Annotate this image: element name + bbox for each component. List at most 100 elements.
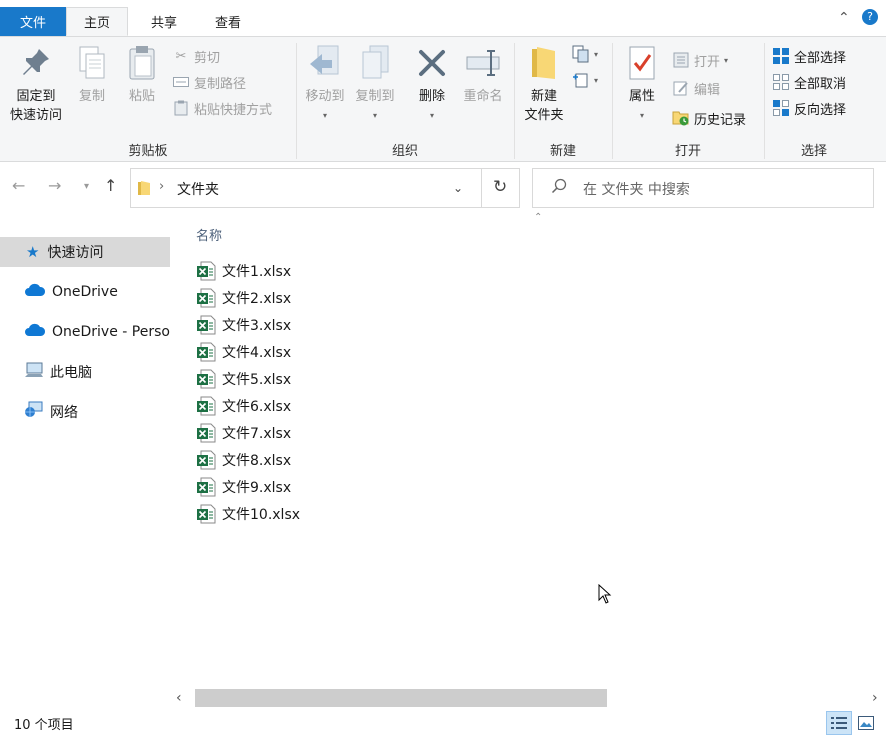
address-bar[interactable]: › 文件夹 ⌄ ↻ <box>130 168 520 208</box>
back-arrow-icon[interactable]: ← <box>12 176 25 195</box>
cut-button[interactable]: ✂ 剪切 <box>172 45 220 67</box>
new-item-dropdown-icon: ▾ <box>594 49 599 59</box>
new-folder-label-line2: 文件夹 <box>524 108 564 123</box>
file-name: 文件7.xlsx <box>222 426 292 442</box>
address-path[interactable]: 文件夹 <box>177 179 219 199</box>
recent-locations-chevron-icon[interactable]: ▾ <box>84 181 89 192</box>
open-button[interactable]: 打开 ▾ <box>672 49 728 71</box>
delete-button[interactable]: 删除 ▾ <box>412 43 452 125</box>
ribbon-tab-bar: 文件 主页 共享 查看 ⌃ ? <box>0 0 886 36</box>
invert-selection-button[interactable]: 反向选择 <box>772 97 846 119</box>
scroll-left-icon[interactable]: ‹ <box>176 690 182 706</box>
delete-x-icon <box>414 43 450 83</box>
history-button[interactable]: 历史记录 <box>672 107 746 129</box>
sort-ascending-icon: ⌃ <box>534 212 543 223</box>
select-none-icon <box>772 73 790 91</box>
file-name: 文件9.xlsx <box>222 480 292 496</box>
excel-file-icon <box>197 315 216 335</box>
up-arrow-icon[interactable]: ↑ <box>104 176 117 195</box>
file-list-item[interactable]: 文件8.xlsx <box>196 449 291 471</box>
search-placeholder: 在 文件夹 中搜索 <box>583 182 690 198</box>
tab-view[interactable]: 查看 <box>198 7 258 36</box>
column-header-name[interactable]: 名称 <box>196 225 222 244</box>
new-folder-button[interactable]: 新建 文件夹 <box>518 43 570 125</box>
paste-label: 粘贴 <box>128 89 155 104</box>
tab-file[interactable]: 文件 <box>0 7 66 36</box>
folder-icon <box>137 180 151 200</box>
rename-button[interactable]: 重命名 <box>458 43 508 106</box>
open-icon <box>672 51 690 69</box>
address-divider <box>481 169 482 207</box>
copy-path-label: 复制路径 <box>194 76 247 92</box>
collapse-ribbon-icon[interactable]: ⌃ <box>838 10 850 26</box>
copy-button[interactable]: 复制 <box>72 43 112 106</box>
select-none-button[interactable]: 全部取消 <box>772 71 846 93</box>
copy-to-icon <box>357 43 393 83</box>
scroll-right-icon[interactable]: › <box>872 690 878 706</box>
help-icon[interactable]: ? <box>862 9 878 25</box>
nav-item-network[interactable]: 网络 <box>0 397 170 427</box>
copy-path-button[interactable]: 复制路径 <box>172 71 246 93</box>
breadcrumb-chevron-icon[interactable]: › <box>159 179 164 194</box>
file-list-item[interactable]: 文件7.xlsx <box>196 422 291 444</box>
star-icon: ★ <box>26 243 40 261</box>
file-list-item[interactable]: 文件10.xlsx <box>196 503 300 525</box>
nav-item-this-pc[interactable]: 此电脑 <box>0 357 170 387</box>
select-all-button[interactable]: 全部选择 <box>772 45 846 67</box>
pin-to-quick-access-button[interactable]: 固定到 快速访问 <box>4 43 68 125</box>
paste-button[interactable]: 粘贴 <box>122 43 162 106</box>
paste-shortcut-button[interactable]: 粘贴快捷方式 <box>172 97 272 119</box>
file-name: 文件1.xlsx <box>222 264 292 280</box>
nav-label: OneDrive - Perso <box>52 324 170 340</box>
nav-item-onedrive-personal[interactable]: OneDrive - Perso <box>0 317 170 347</box>
file-list-item[interactable]: 文件5.xlsx <box>196 368 291 390</box>
rename-icon <box>465 43 501 83</box>
excel-file-icon <box>197 504 216 524</box>
refresh-icon[interactable]: ↻ <box>493 177 507 197</box>
file-list-item[interactable]: 文件4.xlsx <box>196 341 291 363</box>
rename-label: 重命名 <box>463 89 503 104</box>
nav-item-onedrive[interactable]: OneDrive <box>0 277 170 307</box>
copy-to-label: 复制到 <box>355 89 395 104</box>
properties-label: 属性 <box>628 89 655 104</box>
file-list-item[interactable]: 文件2.xlsx <box>196 287 291 309</box>
cloud-icon <box>24 323 46 341</box>
edit-button[interactable]: 编辑 <box>672 77 720 99</box>
move-to-button[interactable]: 移动到 ▾ <box>300 43 350 125</box>
excel-file-icon <box>197 342 216 362</box>
group-label-clipboard: 剪贴板 <box>128 144 168 159</box>
tab-home[interactable]: 主页 <box>66 7 128 36</box>
properties-dropdown-icon: ▾ <box>639 111 644 120</box>
file-name: 文件10.xlsx <box>222 507 301 523</box>
network-icon <box>24 401 44 423</box>
file-list-item[interactable]: 文件6.xlsx <box>196 395 291 417</box>
tab-share[interactable]: 共享 <box>134 7 194 36</box>
details-view-button[interactable] <box>826 711 852 735</box>
pin-icon <box>18 43 54 83</box>
nav-label: OneDrive <box>52 284 118 300</box>
file-name: 文件5.xlsx <box>222 372 292 388</box>
computer-icon <box>24 362 44 382</box>
mouse-cursor-icon <box>598 583 612 608</box>
file-list-item[interactable]: 文件1.xlsx <box>196 260 291 282</box>
new-item-button[interactable]: ▾ <box>572 43 598 65</box>
forward-arrow-icon[interactable]: → <box>48 176 61 195</box>
easy-access-button[interactable]: ▾ <box>572 69 598 91</box>
file-name: 文件3.xlsx <box>222 318 292 334</box>
open-dropdown-icon: ▾ <box>724 55 729 65</box>
invert-selection-label: 反向选择 <box>794 102 847 118</box>
properties-button[interactable]: 属性 ▾ <box>620 43 664 125</box>
new-folder-icon <box>526 43 562 83</box>
large-icons-view-button[interactable] <box>856 714 876 732</box>
nav-item-quick-access[interactable]: ★ 快速访问 <box>0 237 170 267</box>
file-list-item[interactable]: 文件3.xlsx <box>196 314 291 336</box>
group-label-open: 打开 <box>674 144 701 159</box>
history-label: 历史记录 <box>694 112 747 128</box>
move-to-icon <box>307 43 343 83</box>
file-list-item[interactable]: 文件9.xlsx <box>196 476 291 498</box>
search-box[interactable]: 在 文件夹 中搜索 <box>532 168 874 208</box>
copy-to-button[interactable]: 复制到 ▾ <box>350 43 400 125</box>
address-history-chevron-icon[interactable]: ⌄ <box>453 181 463 195</box>
horizontal-scrollbar-thumb[interactable] <box>195 689 607 707</box>
excel-file-icon <box>197 477 216 497</box>
